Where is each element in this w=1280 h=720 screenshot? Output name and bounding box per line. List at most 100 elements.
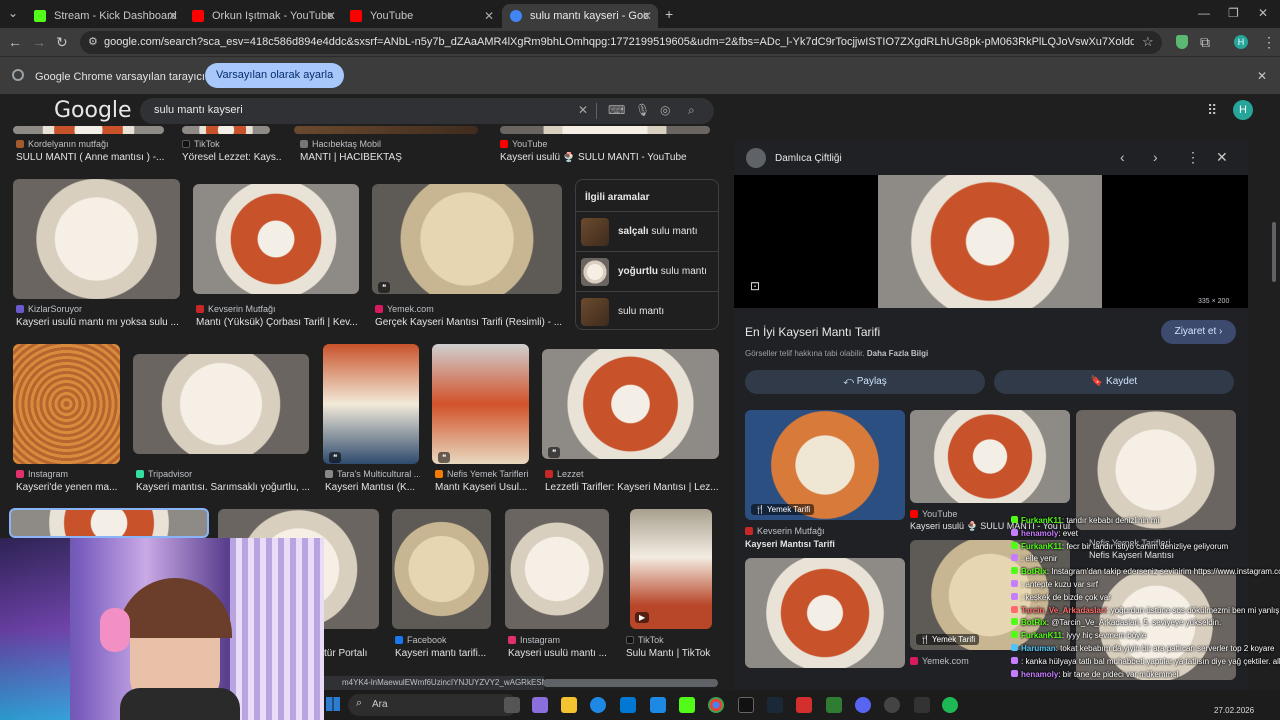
- result-caption[interactable]: Mantı (Yüksük) Çorbası Tarifi | Kev...: [196, 317, 361, 328]
- result-image[interactable]: [13, 126, 164, 134]
- tab-orkun-youtube[interactable]: Orkun Işıtmak - YouTube ✕: [184, 4, 342, 28]
- close-icon[interactable]: ✕: [642, 9, 652, 23]
- edge-icon[interactable]: [590, 697, 606, 713]
- windows-start-icon[interactable]: [326, 697, 340, 711]
- panel-source-name[interactable]: Damlıca Çiftliği: [775, 153, 842, 164]
- result-image[interactable]: [392, 509, 491, 629]
- share-button[interactable]: ⤺ Paylaş: [745, 370, 985, 394]
- apps-grid-icon[interactable]: ⠿: [1207, 102, 1217, 119]
- panel-title[interactable]: En İyi Kayseri Mantı Tarifi: [745, 325, 880, 339]
- result-caption[interactable]: Kayseri mantı tarifi...: [395, 648, 495, 659]
- close-icon[interactable]: ✕: [168, 9, 178, 23]
- previous-icon[interactable]: ‹: [1120, 149, 1125, 165]
- related-item-sulu-manti[interactable]: sulu mantı: [576, 291, 718, 331]
- more-options-icon[interactable]: ⋮: [1186, 149, 1200, 166]
- obs-icon[interactable]: [884, 697, 900, 713]
- result-image[interactable]: [432, 344, 529, 464]
- clear-icon[interactable]: ✕: [578, 103, 588, 117]
- related-image[interactable]: [745, 558, 905, 668]
- result-caption[interactable]: Lezzetli Tarifler: Kayseri Mantısı | Lez…: [545, 482, 720, 493]
- spotify-icon[interactable]: [942, 697, 958, 713]
- kick-icon[interactable]: [679, 697, 695, 713]
- search-icon[interactable]: ⌕: [688, 103, 695, 118]
- result-image[interactable]: [542, 349, 719, 459]
- next-icon[interactable]: ›: [1153, 149, 1158, 165]
- mail-icon[interactable]: [650, 697, 666, 713]
- lens-search-icon[interactable]: ⊡: [750, 279, 760, 293]
- minimize-icon[interactable]: —: [1198, 6, 1210, 20]
- extensions-icon[interactable]: ⧉: [1200, 34, 1210, 51]
- visit-button[interactable]: Ziyaret et ›: [1161, 320, 1236, 344]
- related-image[interactable]: [1076, 410, 1236, 530]
- related-image[interactable]: [910, 410, 1070, 503]
- task-view-icon[interactable]: [504, 697, 520, 713]
- lens-icon[interactable]: ◎: [660, 103, 670, 117]
- account-avatar[interactable]: H: [1233, 100, 1253, 120]
- result-caption[interactable]: MANTI | HACIBEKTAŞ: [300, 152, 480, 163]
- result-image[interactable]: [182, 126, 270, 134]
- back-icon[interactable]: ←: [8, 34, 22, 50]
- widgets-icon[interactable]: [532, 697, 548, 713]
- chat-username[interactable]: FurkanK11: [1021, 631, 1062, 640]
- related-caption[interactable]: Kayseri Mantısı Tarifi: [745, 539, 905, 549]
- search-box[interactable]: sulu mantı kayseri ✕ ⌨ 🎙 ◎ ⌕: [140, 98, 714, 124]
- result-caption[interactable]: Kayseri'de yenen ma...: [16, 482, 126, 493]
- chat-username[interactable]: BotRix: [1021, 618, 1047, 627]
- result-caption[interactable]: Gerçek Kayseri Mantısı Tarifi (Resimli) …: [375, 317, 565, 328]
- url-text[interactable]: google.com/search?sca_esv=418c586d894e4d…: [104, 36, 1134, 48]
- new-tab-icon[interactable]: +: [665, 6, 673, 22]
- chat-username[interactable]: Tarcin_Ve_Arkadaslari: [1021, 606, 1106, 615]
- result-caption[interactable]: Kayseri Mantısı (K...: [325, 482, 420, 493]
- app-icon[interactable]: [914, 697, 930, 713]
- horizontal-scrollbar[interactable]: [543, 679, 718, 687]
- close-icon[interactable]: ✕: [484, 9, 494, 23]
- app-icon[interactable]: [796, 697, 812, 713]
- reload-icon[interactable]: ↻: [56, 34, 68, 51]
- result-caption[interactable]: Kayseri usulü mantı mı yoksa sulu ...: [16, 317, 181, 328]
- close-panel-icon[interactable]: ✕: [1216, 149, 1228, 166]
- result-image[interactable]: [133, 354, 309, 454]
- result-image[interactable]: [372, 184, 562, 294]
- result-image[interactable]: [630, 509, 712, 629]
- result-image[interactable]: [13, 179, 180, 299]
- result-caption[interactable]: Yöresel Lezzet: Kays...: [182, 152, 282, 163]
- page-scrollbar[interactable]: [1272, 222, 1276, 282]
- more-info-link[interactable]: Daha Fazla Bilgi: [867, 349, 928, 358]
- store-icon[interactable]: [620, 697, 636, 713]
- result-image[interactable]: [193, 184, 359, 294]
- app-icon[interactable]: [826, 697, 842, 713]
- steam-icon[interactable]: [767, 697, 783, 713]
- shield-extension-icon[interactable]: [1176, 35, 1188, 49]
- result-image[interactable]: [13, 344, 120, 464]
- chat-username[interactable]: Haruman: [1021, 644, 1056, 653]
- profile-avatar[interactable]: H: [1234, 35, 1248, 49]
- set-default-button[interactable]: Varsayılan olarak ayarla: [205, 63, 345, 88]
- result-caption[interactable]: Mantı Kayseri Usul...: [435, 482, 535, 493]
- result-image-selected[interactable]: [9, 508, 209, 538]
- close-icon[interactable]: ✕: [1257, 69, 1267, 83]
- chrome-icon[interactable]: [708, 697, 724, 713]
- result-image[interactable]: [505, 509, 609, 629]
- result-caption[interactable]: Kayseri usulü 🍨 SULU MANTI - YouTube: [500, 152, 710, 163]
- chat-username[interactable]: FurkanK11: [1021, 542, 1062, 551]
- result-caption[interactable]: SULU MANTI ( Anne mantısı ) -...: [16, 152, 176, 163]
- app-icon[interactable]: [855, 697, 871, 713]
- related-item-salcali[interactable]: salçalı sulu mantı: [576, 211, 718, 251]
- search-query[interactable]: sulu mantı kayseri: [154, 104, 243, 116]
- maximize-icon[interactable]: ❐: [1228, 6, 1239, 20]
- close-window-icon[interactable]: ✕: [1258, 6, 1268, 20]
- tab-search-icon[interactable]: ⌄: [8, 6, 18, 20]
- bookmark-star-icon[interactable]: ☆: [1142, 34, 1154, 50]
- taskbar-search[interactable]: ⌕ Ara: [348, 694, 518, 716]
- related-item-yogurtlu[interactable]: yoğurtlu sulu mantı: [576, 251, 718, 291]
- chat-username[interactable]: henamoly: [1021, 529, 1058, 538]
- tab-youtube[interactable]: YouTube ✕: [342, 4, 500, 28]
- result-caption[interactable]: Kayseri mantısı. Sarımsaklı yoğurtlu, ..…: [136, 482, 311, 493]
- close-icon[interactable]: ✕: [326, 9, 336, 23]
- chat-username[interactable]: BotRix: [1021, 567, 1047, 576]
- google-logo[interactable]: Google: [54, 98, 132, 123]
- epic-games-icon[interactable]: [738, 697, 754, 713]
- forward-icon[interactable]: →: [32, 34, 46, 50]
- site-info-icon[interactable]: ⚙: [88, 35, 98, 48]
- file-explorer-icon[interactable]: [561, 697, 577, 713]
